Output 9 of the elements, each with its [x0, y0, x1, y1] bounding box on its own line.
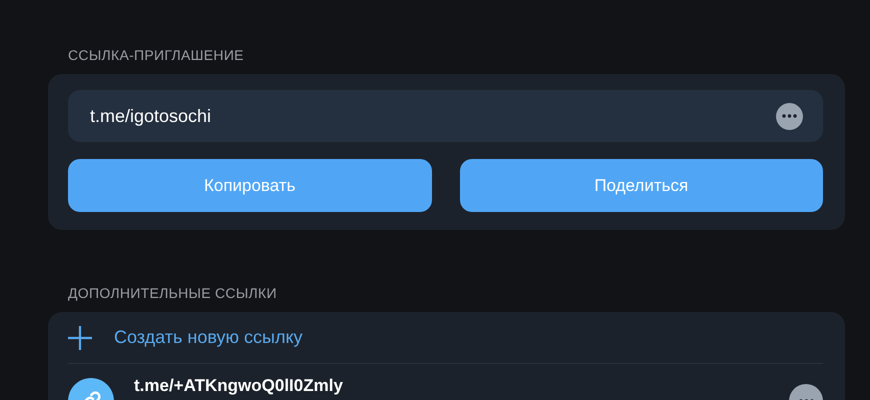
create-link-button[interactable]: Создать новую ссылку	[68, 312, 823, 364]
link-url: t.me/+ATKngwoQ0lI0Zmly	[134, 376, 344, 396]
invite-link-field[interactable]: t.me/igotosochi	[68, 90, 823, 142]
plus-icon	[68, 326, 92, 350]
invite-link: t.me/igotosochi	[90, 106, 212, 126]
section-header: ДОПОЛНИТЕЛЬНЫЕ ССЫЛКИ	[67, 284, 278, 303]
more-icon	[782, 114, 797, 118]
section-header: ССЫЛКА-ПРИГЛАШЕНИЕ	[67, 46, 245, 65]
more-button[interactable]	[776, 102, 803, 130]
